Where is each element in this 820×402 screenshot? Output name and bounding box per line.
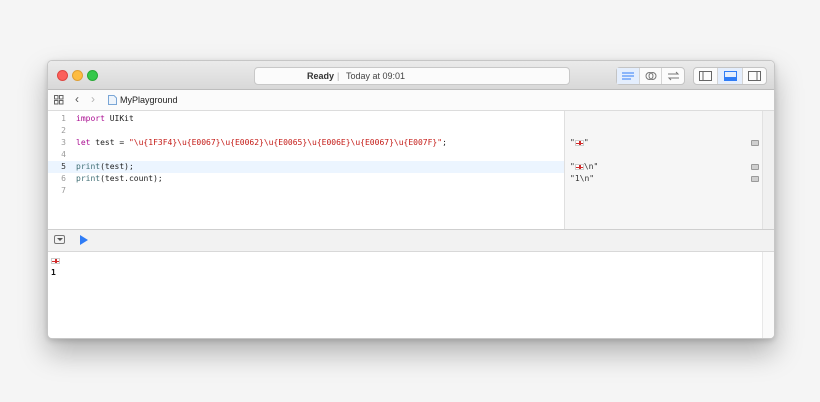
line-number: 6	[61, 174, 66, 183]
line-number: 3	[61, 138, 66, 147]
flag-icon	[574, 139, 584, 146]
source-editor[interactable]: 1 import UIKit 2 3 let test = "\u{1F3F4}…	[48, 111, 774, 229]
flag-icon	[574, 163, 584, 170]
run-play-icon[interactable]	[80, 235, 88, 245]
code-text: print(test);	[76, 162, 134, 171]
console-line	[51, 256, 60, 265]
line-number: 4	[61, 150, 66, 159]
activity-status: Ready | Today at 09:01	[254, 67, 570, 85]
quick-look-icon[interactable]	[751, 140, 759, 146]
code-line: 1 import UIKit	[48, 113, 564, 125]
assistant-editor-icon	[645, 72, 656, 80]
code-line-current: 5 print(test);	[48, 161, 564, 173]
navigator-toggle-button[interactable]	[694, 68, 718, 84]
code-line: 7	[48, 185, 564, 197]
jump-bar: ‹ › MyPlayground	[48, 90, 774, 111]
standard-editor-button[interactable]	[617, 68, 640, 84]
assistant-editor-button[interactable]	[640, 68, 662, 84]
code-text: print(test.count);	[76, 174, 163, 183]
playground-file-icon	[108, 95, 117, 105]
status-separator: |	[337, 71, 340, 81]
line-number: 7	[61, 186, 66, 195]
line-number: 2	[61, 126, 66, 135]
debug-bar	[48, 229, 774, 252]
minimize-button[interactable]	[72, 70, 83, 81]
line-number: 5	[61, 162, 66, 171]
line-number: 1	[61, 114, 66, 123]
forward-chevron-icon[interactable]: ›	[91, 92, 95, 106]
hide-debug-area-icon[interactable]	[54, 235, 65, 244]
console-line: 1	[51, 268, 56, 277]
code-line: 6 print(test.count);	[48, 173, 564, 185]
code-line: 3 let test = "\u{1F3F4}\u{E0067}\u{E0062…	[48, 137, 564, 149]
utilities-toggle-button[interactable]	[743, 68, 766, 84]
version-editor-icon	[667, 71, 679, 81]
code-text: import UIKit	[76, 114, 134, 123]
playground-window: Ready | Today at 09:01 ‹ › MyPlayground …	[47, 60, 775, 339]
title-bar: Ready | Today at 09:01	[48, 61, 774, 90]
console-scrollbar[interactable]	[762, 252, 774, 338]
results-sidebar: " " " \n" "1\n"	[564, 111, 763, 229]
zoom-button[interactable]	[87, 70, 98, 81]
utilities-toggle-icon	[748, 71, 761, 81]
status-time: Today at 09:01	[346, 71, 406, 81]
result-value: " \n"	[570, 162, 599, 171]
code-line: 2	[48, 125, 564, 137]
breadcrumb-filename[interactable]: MyPlayground	[120, 95, 178, 105]
debug-area-toggle-icon	[723, 71, 737, 81]
flag-icon	[51, 257, 60, 264]
result-value: " "	[570, 138, 589, 147]
close-button[interactable]	[57, 70, 68, 81]
result-value: "1\n"	[570, 174, 595, 183]
status-state: Ready	[307, 71, 335, 81]
console-output[interactable]: 1	[48, 252, 774, 338]
quick-look-icon[interactable]	[751, 176, 759, 182]
version-editor-button[interactable]	[662, 68, 684, 84]
editor-scrollbar[interactable]	[762, 111, 774, 229]
code-line: 4	[48, 149, 564, 161]
debug-area-toggle-button[interactable]	[718, 68, 743, 84]
navigator-toggle-icon	[699, 71, 712, 81]
quick-look-icon[interactable]	[751, 164, 759, 170]
code-text: let test = "\u{1F3F4}\u{E0067}\u{E0062}\…	[76, 138, 447, 147]
editor-mode-group	[616, 67, 685, 85]
editor-standard-icon	[622, 72, 634, 79]
back-chevron-icon[interactable]: ‹	[75, 92, 79, 106]
related-items-grid-icon[interactable]	[54, 95, 64, 105]
view-toggle-group	[693, 67, 767, 85]
